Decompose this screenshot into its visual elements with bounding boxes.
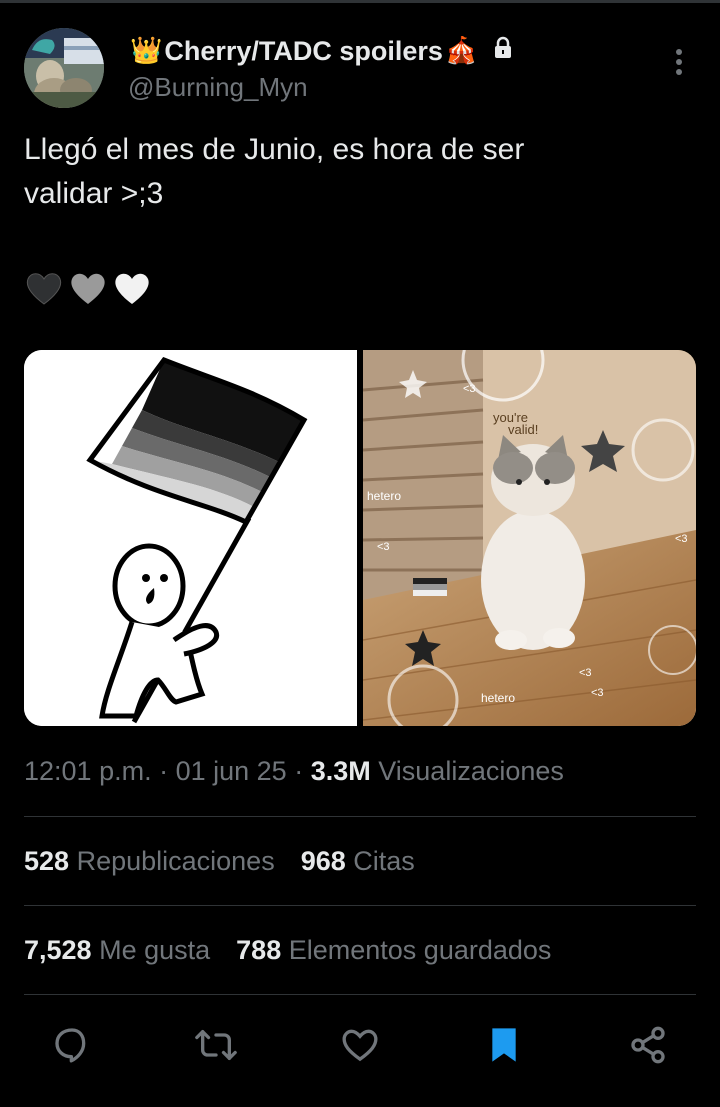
reposts-label: Republicaciones (76, 846, 275, 876)
tweet-text: Llegó el mes de Junio, es hora de ser va… (24, 128, 684, 216)
overlay-text-3: valid! (508, 422, 538, 437)
overlay-text-5: <3 (377, 541, 390, 553)
stats-row-2: 7,528 Me gusta 788 Elementos guardados (24, 935, 551, 966)
reply-icon[interactable] (47, 1020, 97, 1070)
bookmark-icon[interactable] (479, 1020, 529, 1070)
tweet-text-line-2: validar >;3 (24, 177, 164, 210)
tweet-date[interactable]: 01 jun 25 (176, 756, 287, 786)
overlay-text-7: hetero (481, 691, 515, 705)
likes-stat[interactable]: 7,528 Me gusta (24, 935, 210, 966)
meta-separator: · (159, 756, 176, 786)
media-image-flag-drawing[interactable] (24, 350, 357, 726)
quotes-count: 968 (300, 846, 346, 876)
quotes-label: Citas (353, 846, 415, 876)
user-handle[interactable]: @Burning_Myn (128, 72, 308, 103)
heart-emojis (24, 268, 152, 308)
views-count: 3.3M (310, 756, 371, 786)
bookmarks-stat[interactable]: 788 Elementos guardados (236, 935, 551, 966)
white-heart-icon (115, 273, 149, 304)
tweet-text-line-1: Llegó el mes de Junio, es hora de ser (24, 133, 525, 166)
divider (24, 994, 696, 995)
overlay-text-9: <3 (579, 667, 592, 679)
tweet-time[interactable]: 12:01 p.m. (24, 756, 152, 786)
crown-emoji: 👑 (130, 36, 163, 66)
action-bar (0, 1020, 720, 1070)
overlay-text-1: <3 (463, 383, 476, 395)
likes-count: 7,528 (24, 935, 92, 965)
bookmarks-label: Elementos guardados (288, 935, 552, 965)
display-name[interactable]: Cherry/TADC spoilers (164, 36, 443, 67)
repost-icon[interactable] (191, 1020, 241, 1070)
media-grid: <3 you're valid! hetero <3 <3 hetero <3 … (24, 350, 696, 726)
media-image-cat[interactable]: <3 you're valid! hetero <3 <3 hetero <3 … (363, 350, 696, 726)
lock-icon (493, 36, 513, 67)
bookmarks-count: 788 (236, 935, 282, 965)
black-heart-icon (26, 273, 62, 305)
overlay-text-8: <3 (591, 687, 604, 699)
like-icon[interactable] (335, 1020, 385, 1070)
share-icon[interactable] (623, 1020, 673, 1070)
views-label: Visualizaciones (378, 756, 564, 786)
meta-separator: · (294, 756, 311, 786)
display-name-row[interactable]: 👑 Cherry/TADC spoilers 🎪 (128, 34, 513, 68)
likes-label: Me gusta (99, 935, 211, 965)
reposts-stat[interactable]: 528 Republicaciones (24, 846, 275, 877)
tweet-meta: 12:01 p.m. · 01 jun 25 · 3.3M Visualizac… (24, 756, 564, 787)
divider (24, 816, 696, 817)
overlay-text-4: hetero (367, 489, 401, 503)
more-icon[interactable] (664, 44, 694, 80)
avatar[interactable] (24, 28, 104, 108)
overlay-text-6: <3 (675, 533, 688, 545)
stats-row-1: 528 Republicaciones 968 Citas (24, 846, 415, 877)
top-divider (0, 0, 720, 3)
reposts-count: 528 (24, 846, 70, 876)
divider (24, 905, 696, 906)
quotes-stat[interactable]: 968 Citas (301, 846, 415, 877)
grey-heart-icon (71, 273, 105, 304)
tent-emoji: 🎪 (444, 36, 478, 66)
